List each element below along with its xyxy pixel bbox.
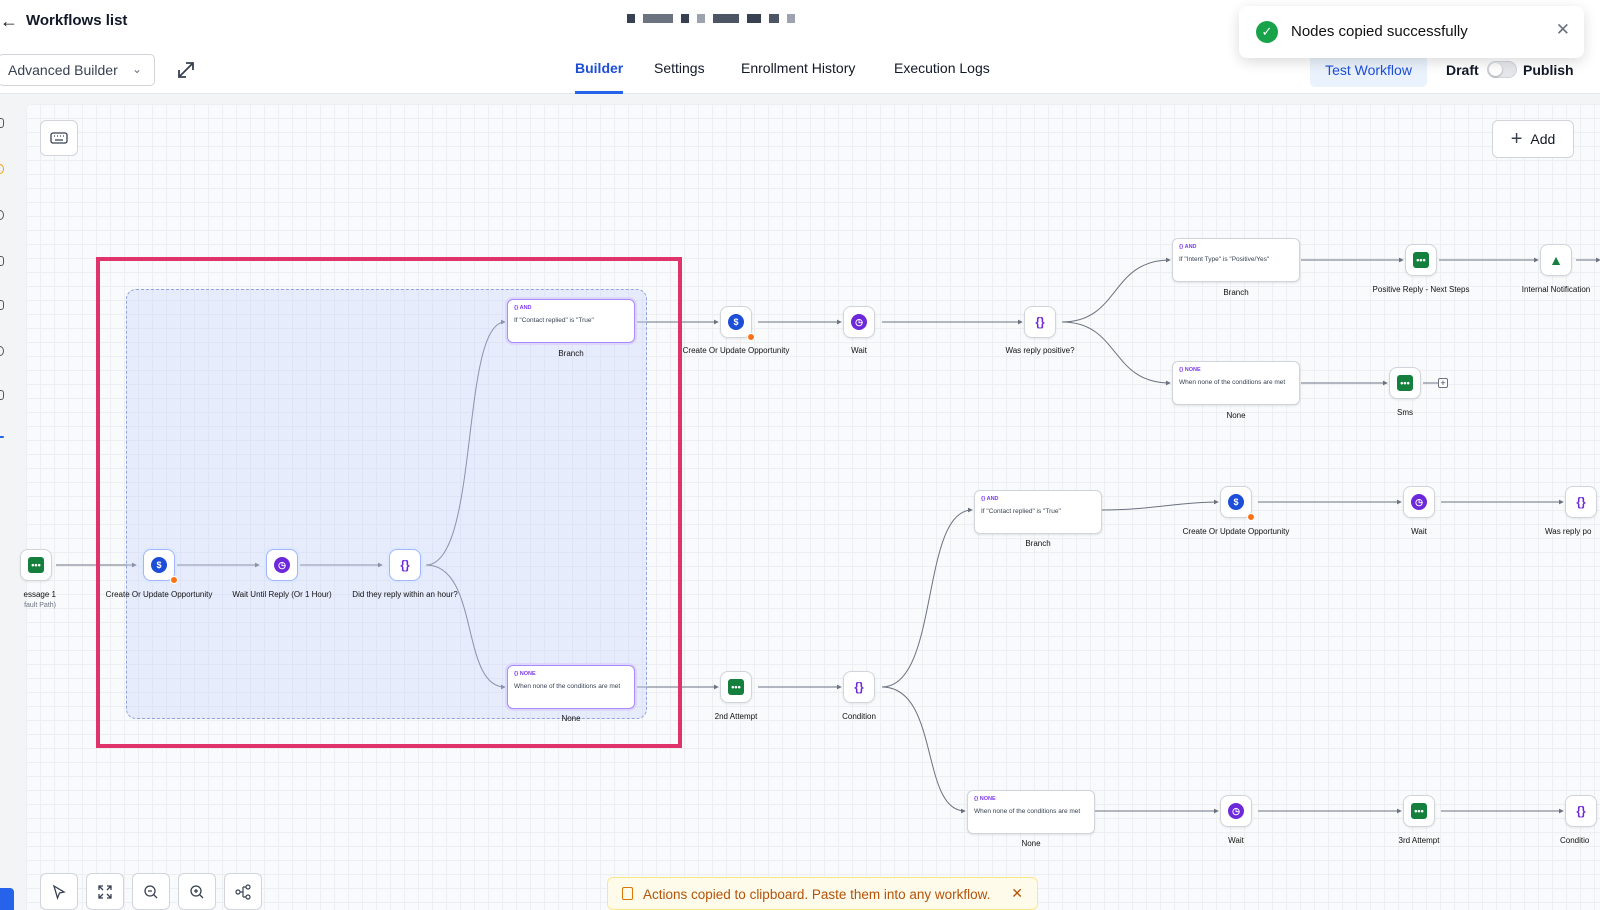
branch-tag: {} AND (514, 305, 532, 311)
none-tag: {} NONE (1179, 367, 1201, 373)
clipboard-notice: Actions copied to clipboard. Paste them … (607, 877, 1038, 910)
none-branch-node[interactable]: {} NONE When none of the conditions are m… (507, 665, 635, 709)
none-condition: When none of the conditions are met (1179, 379, 1286, 386)
flow-layout-icon (235, 883, 251, 900)
fit-view-button[interactable] (86, 873, 124, 910)
condition-label: Was reply po (1545, 527, 1592, 536)
branch-node[interactable]: {} AND If "Intent Type" is "Positive/Yes" (1172, 238, 1300, 282)
none-label: None (1021, 839, 1041, 848)
sms-node-label: Positive Reply - Next Steps (1372, 285, 1470, 294)
branch-condition: If "Intent Type" is "Positive/Yes" (1179, 256, 1270, 263)
second-attempt-label: 2nd Attempt (714, 712, 758, 721)
none-label: None (561, 714, 581, 723)
braces-icon: {} (854, 680, 864, 694)
create-opportunity-node[interactable]: $ (143, 549, 178, 584)
wait-node[interactable]: ◷ (1403, 486, 1435, 518)
dollar-icon: $ (1228, 494, 1244, 510)
clipboard-message: Actions copied to clipboard. Paste them … (643, 887, 991, 902)
zoom-in-button[interactable] (178, 873, 216, 910)
fit-screen-icon (98, 884, 112, 899)
internal-notification-label: Internal Notification (1521, 285, 1591, 294)
chat-icon: ••• (1411, 803, 1427, 819)
none-branch-node[interactable]: {} NONE When none of the conditions are m… (1172, 361, 1300, 405)
clock-icon: ◷ (1228, 803, 1244, 819)
create-opportunity-label: Create Or Update Opportunity (105, 590, 213, 599)
branch-node[interactable]: {} AND If "Contact replied" is "True" (507, 299, 635, 343)
braces-icon: {} (1576, 804, 1586, 818)
condition-node[interactable]: {} (843, 671, 875, 703)
add-step-button[interactable]: + (1438, 378, 1448, 388)
wait-label: Wait (1411, 527, 1427, 536)
wait-label: Wait (851, 346, 867, 355)
workflow-builder-app: ← Workflows list Advanced Builder ⌄ Buil… (0, 0, 1600, 910)
create-opportunity-label: Create Or Update Opportunity (682, 346, 790, 355)
create-opportunity-label: Create Or Update Opportunity (1182, 527, 1290, 536)
branch-condition: If "Contact replied" is "True" (981, 508, 1061, 515)
internal-notification-node[interactable]: ▲ (1540, 244, 1572, 276)
none-condition: When none of the conditions are met (974, 808, 1081, 815)
condition-label: Conditio (1560, 836, 1590, 845)
condition-node[interactable]: {} (1024, 306, 1056, 338)
message-node[interactable]: ••• (20, 549, 52, 581)
dollar-icon: $ (728, 314, 744, 330)
error-indicator-icon (1247, 513, 1255, 521)
canvas-toolbar (40, 873, 262, 910)
clipboard-icon (622, 887, 633, 900)
branch-tag: {} AND (981, 496, 999, 502)
wait-until-reply-node[interactable]: ◷ (266, 549, 298, 581)
braces-icon: {} (1576, 495, 1586, 509)
create-opportunity-node[interactable]: $ (1220, 486, 1255, 521)
wait-until-reply-label: Wait Until Reply (Or 1 Hour) (232, 590, 332, 599)
chat-icon: ••• (1413, 252, 1429, 268)
sms-node[interactable]: ••• (1405, 244, 1437, 276)
bell-icon: ▲ (1549, 252, 1563, 268)
sms-label: Sms (1397, 408, 1413, 417)
braces-icon: {} (1035, 315, 1045, 329)
branch-label: Branch (1223, 288, 1249, 297)
auto-layout-button[interactable] (224, 873, 262, 910)
branch-label: Branch (558, 349, 584, 358)
none-condition: When none of the conditions are met (514, 683, 621, 690)
branch-tag: {} AND (1179, 244, 1197, 250)
wait-label: Wait (1228, 836, 1244, 845)
none-tag: {} NONE (514, 671, 536, 677)
create-opportunity-node[interactable]: $ (720, 306, 755, 341)
zoom-in-icon (190, 884, 204, 898)
none-tag: {} NONE (974, 796, 996, 802)
zoom-out-icon (144, 884, 158, 898)
chat-icon: ••• (728, 679, 744, 695)
condition-node[interactable]: {} (389, 549, 421, 581)
braces-icon: {} (400, 558, 410, 572)
wait-node[interactable]: ◷ (1220, 795, 1252, 827)
chat-icon: ••• (1397, 375, 1413, 391)
none-label: None (1226, 411, 1246, 420)
dollar-icon: $ (151, 557, 167, 573)
condition-label: Condition (842, 712, 876, 721)
error-indicator-icon (170, 576, 178, 584)
branch-label: Branch (1025, 539, 1051, 548)
branch-node[interactable]: {} AND If "Contact replied" is "True" (974, 490, 1102, 534)
close-icon[interactable]: ✕ (1011, 885, 1023, 902)
sms-node[interactable]: ••• (1389, 367, 1421, 399)
message-node-label: essage 1 (23, 590, 56, 599)
error-indicator-icon (747, 333, 755, 341)
sms-node[interactable]: ••• (1403, 795, 1435, 827)
chat-icon: ••• (28, 557, 44, 573)
clock-icon: ◷ (274, 557, 290, 573)
zoom-out-button[interactable] (132, 873, 170, 910)
condition-node[interactable]: {} (1565, 486, 1597, 518)
select-tool-button[interactable] (40, 873, 78, 910)
condition-label: Did they reply within an hour? (352, 590, 458, 599)
cursor-icon (52, 884, 66, 900)
wait-node[interactable]: ◷ (843, 306, 875, 338)
none-branch-node[interactable]: {} NONE When none of the conditions are m… (967, 790, 1095, 834)
condition-node[interactable]: {} (1565, 795, 1597, 827)
branch-condition: If "Contact replied" is "True" (514, 317, 594, 324)
message-node-sublabel: fault Path) (24, 602, 56, 609)
clock-icon: ◷ (851, 314, 867, 330)
third-attempt-label: 3rd Attempt (1398, 836, 1440, 845)
clock-icon: ◷ (1411, 494, 1427, 510)
condition-label: Was reply positive? (1005, 346, 1075, 355)
sms-node[interactable]: ••• (720, 671, 752, 703)
